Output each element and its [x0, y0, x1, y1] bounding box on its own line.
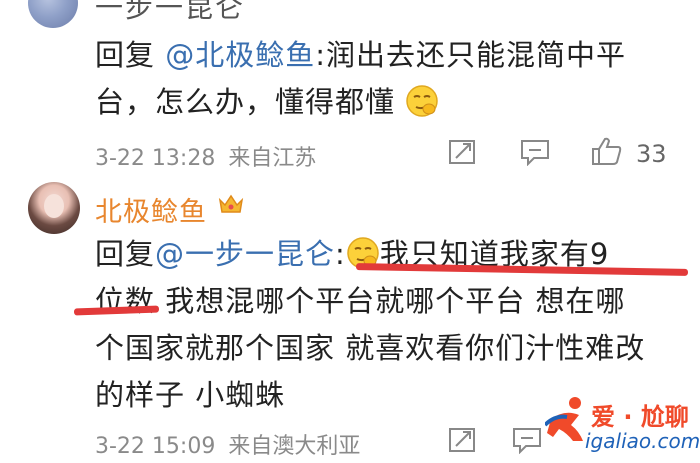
like-count: 33 [636, 140, 667, 168]
vip-crown-icon [218, 194, 244, 213]
comment-text-line: 台，怎么办，懂得都懂 [95, 78, 439, 126]
watermark-text: 爱 · 尬聊 [591, 403, 689, 431]
comment-icon[interactable] [512, 426, 542, 454]
watermark-url: igaliao.com [585, 429, 700, 453]
comment-icon[interactable] [520, 138, 550, 166]
comment-username[interactable]: 北极鲶鱼 [95, 190, 207, 229]
location: 来自江苏 [228, 146, 317, 171]
comment-text-line: 的样子 小蜘蛛 [95, 371, 285, 419]
timestamp: 3-22 15:09 [95, 434, 216, 459]
comment-meta: 3-22 15:09 来自澳大利亚 [95, 428, 360, 460]
comment-text-line: 回复 @北极鲶鱼:润出去还只能混简中平 [95, 31, 626, 79]
comment-text: 个国家就那个国家 就喜欢看你们汁性难改 [95, 331, 646, 365]
comment-text: 的样子 小蜘蛛 [95, 378, 286, 412]
comment-text: 我想混哪个平台就哪个平台 想在哪 [155, 284, 626, 318]
mention-link[interactable]: @北极鲶鱼 [165, 38, 315, 72]
avatar[interactable] [28, 0, 78, 28]
comment-username[interactable]: 一步一昆仑 [95, 0, 245, 26]
mention-link[interactable]: @一步一昆仑 [155, 237, 335, 271]
colon: : [335, 237, 346, 271]
smirk-emoji-icon [406, 85, 438, 117]
location: 来自澳大利亚 [228, 434, 361, 459]
like-icon[interactable] [590, 136, 624, 166]
comment-meta: 3-22 13:28 来自江苏 [95, 140, 316, 172]
comment-text: 台，怎么办，懂得都懂 [95, 85, 396, 119]
share-icon[interactable] [448, 138, 478, 166]
watermark: 爱 · 尬聊 igaliao.com [545, 395, 700, 460]
watermark-logo-icon [545, 397, 583, 441]
comment-text-line: 个国家就那个国家 就喜欢看你们汁性难改 [95, 324, 645, 372]
avatar[interactable] [28, 182, 80, 234]
reply-prefix: 回复 [95, 38, 166, 72]
comment-text-line: 位数 我想混哪个平台就哪个平台 想在哪 [95, 277, 625, 325]
timestamp: 3-22 13:28 [95, 146, 216, 171]
share-icon[interactable] [448, 426, 478, 454]
comment-text: :润出去还只能混简中平 [315, 38, 627, 72]
reply-prefix: 回复 [95, 237, 156, 271]
